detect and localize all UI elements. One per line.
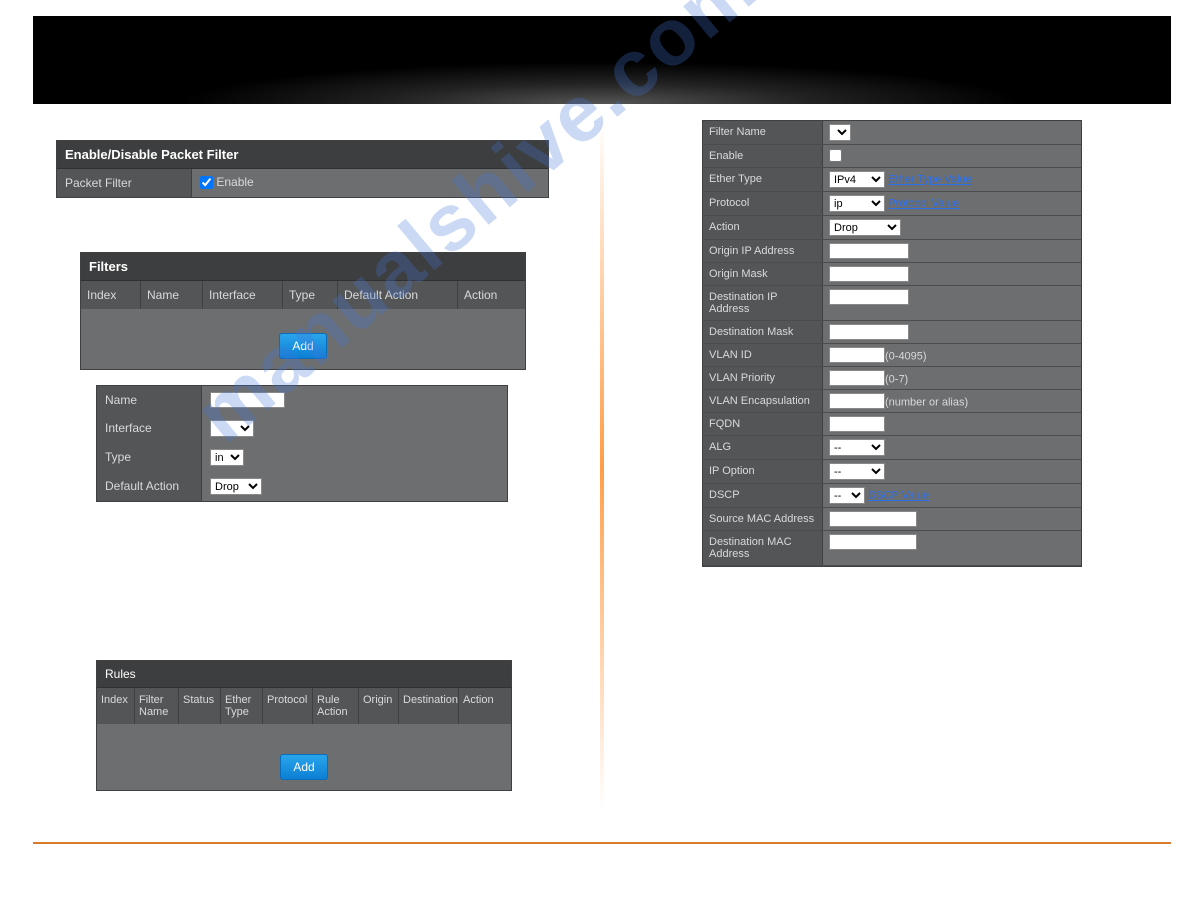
p5-origin-ip-input[interactable] [829,243,909,259]
panel-filters: Filters Index Name Interface Type Defaul… [80,252,526,370]
th-index: Index [81,281,141,309]
p5-dest-ip-label: Destination IP Address [703,286,823,320]
rules-table-body: Add [97,724,511,790]
p5-filter-name-label: Filter Name [703,121,823,144]
p5-filter-name-select[interactable] [829,124,851,141]
panel1-row-label: Packet Filter [57,169,192,197]
p3-default-action-select[interactable]: Drop [210,478,262,495]
packet-filter-enable-label: Enable [216,175,253,189]
protocol-value-link[interactable]: Protocol Value [888,198,959,210]
panel-rule-form: Filter Name Enable Ether Type IPv4 Ether … [702,120,1082,567]
panel1-row-value: Enable [192,169,548,197]
th-r-ether-type: Ether Type [221,688,263,724]
p5-ip-option-select[interactable]: -- [829,463,885,480]
th-type: Type [283,281,338,309]
packet-filter-enable-checkbox[interactable] [200,176,213,189]
p5-dscp-select[interactable]: -- [829,487,865,504]
th-r-index: Index [97,688,135,724]
th-r-destination: Destination [399,688,459,724]
p5-vlan-encap-hint: (number or alias) [885,397,968,409]
p5-dest-ip-input[interactable] [829,289,909,305]
column-divider [600,120,604,810]
panel4-title: Rules [97,661,511,688]
p5-protocol-label: Protocol [703,192,823,215]
p5-fqdn-input[interactable] [829,416,885,432]
p5-src-mac-label: Source MAC Address [703,508,823,530]
p5-ether-type-label: Ether Type [703,168,823,191]
th-default-action: Default Action [338,281,458,309]
th-name: Name [141,281,203,309]
p3-default-action-label: Default Action [97,472,202,501]
panel-enable-packet-filter: Enable/Disable Packet Filter Packet Filt… [56,140,549,198]
p3-interface-label: Interface [97,414,202,443]
panel-rules: Rules Index Filter Name Status Ether Typ… [96,660,512,791]
rules-add-button[interactable]: Add [280,754,327,780]
p5-vlan-prio-label: VLAN Priority [703,367,823,389]
p5-fqdn-label: FQDN [703,413,823,435]
p5-ip-option-label: IP Option [703,460,823,483]
p3-name-input[interactable] [210,392,285,408]
p3-type-label: Type [97,443,202,472]
filters-table-body: Add [81,309,525,369]
p5-ether-type-select[interactable]: IPv4 [829,171,885,188]
p5-action-select[interactable]: Drop [829,219,901,236]
p5-alg-select[interactable]: -- [829,439,885,456]
th-r-action: Action [459,688,511,724]
th-r-protocol: Protocol [263,688,313,724]
p5-vlan-encap-input[interactable] [829,393,885,409]
p5-protocol-select[interactable]: ip [829,195,885,212]
p5-enable-label: Enable [703,145,823,167]
p5-vlan-id-input[interactable] [829,347,885,363]
ether-type-value-link[interactable]: Ether Type Value [888,174,971,186]
bottom-rule [33,842,1171,844]
th-r-filter-name: Filter Name [135,688,179,724]
panel1-title: Enable/Disable Packet Filter [57,141,548,169]
dscp-value-link[interactable]: DSCP Value [868,490,929,502]
p5-vlan-id-hint: (0-4095) [885,351,927,363]
th-r-rule-action: Rule Action [313,688,359,724]
p5-vlan-prio-hint: (0-7) [885,374,908,386]
p5-dest-mask-label: Destination Mask [703,321,823,343]
filters-add-button[interactable]: Add [279,333,326,359]
p5-origin-ip-label: Origin IP Address [703,240,823,262]
p5-action-label: Action [703,216,823,239]
p5-dst-mac-input[interactable] [829,534,917,550]
top-banner [33,16,1171,104]
p5-dest-mask-input[interactable] [829,324,909,340]
th-r-origin: Origin [359,688,399,724]
p5-alg-label: ALG [703,436,823,459]
panel-filter-form: Name Interface Type in Default Action Dr… [96,385,508,502]
th-action: Action [458,281,525,309]
p3-name-label: Name [97,386,202,414]
p5-vlan-encap-label: VLAN Encapsulation [703,390,823,412]
p5-origin-mask-label: Origin Mask [703,263,823,285]
p5-dscp-label: DSCP [703,484,823,507]
p3-interface-select[interactable] [210,420,254,437]
panel2-title: Filters [81,253,525,281]
p5-vlan-id-label: VLAN ID [703,344,823,366]
p5-enable-checkbox[interactable] [829,149,842,162]
p5-origin-mask-input[interactable] [829,266,909,282]
rules-table-header: Index Filter Name Status Ether Type Prot… [97,688,511,724]
p5-src-mac-input[interactable] [829,511,917,527]
filters-table-header: Index Name Interface Type Default Action… [81,281,525,309]
p3-type-select[interactable]: in [210,449,244,466]
th-interface: Interface [203,281,283,309]
p5-vlan-prio-input[interactable] [829,370,885,386]
th-r-status: Status [179,688,221,724]
p5-dst-mac-label: Destination MAC Address [703,531,823,565]
